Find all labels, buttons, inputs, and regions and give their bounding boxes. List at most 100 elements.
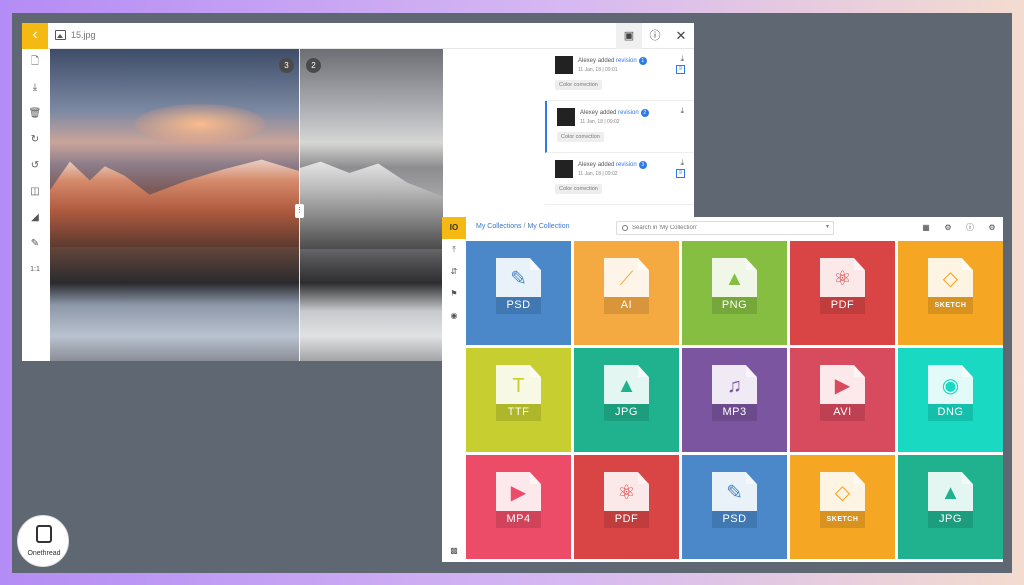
app-logo[interactable]: IO — [442, 217, 466, 239]
play-icon: ▶ — [834, 375, 851, 397]
file-type-label: PDF — [614, 513, 639, 525]
file-icon[interactable]: 🗋 — [22, 53, 48, 71]
file-tile[interactable]: ◇ SKETCH — [790, 455, 895, 559]
revision-link[interactable]: revision — [618, 110, 639, 116]
revision-marker[interactable]: 3 — [279, 58, 294, 73]
search-input[interactable] — [632, 223, 817, 233]
file-tile[interactable]: ◉ DNG — [898, 348, 1003, 452]
view-grid-icon[interactable]: ▦ — [920, 222, 932, 234]
revision-tag: Color correction — [555, 80, 602, 90]
avatar — [555, 160, 573, 178]
file-tile[interactable]: ♫ MP3 — [682, 348, 787, 452]
file-tile[interactable]: ✎ PSD — [682, 455, 787, 559]
close-icon[interactable]: ✕ — [668, 23, 694, 49]
image-icon: ▲ — [724, 268, 745, 290]
file-tile[interactable]: ▶ AVI — [790, 348, 895, 452]
settings-icon[interactable]: ⚙ — [986, 222, 998, 234]
file-tile[interactable]: ◇ SKETCH — [898, 241, 1003, 345]
download-icon[interactable]: ⤓ — [22, 79, 48, 97]
tag-icon[interactable]: ⚑ — [442, 287, 466, 301]
brush-icon: ✎ — [510, 268, 527, 290]
image-icon: ▲ — [616, 375, 637, 397]
revision-link[interactable]: revision — [616, 162, 637, 168]
revision-number: 3 — [638, 161, 647, 169]
avatar — [555, 56, 573, 74]
music-icon: ♫ — [727, 375, 742, 397]
revision-item[interactable]: Alexey added revision 2 11 Jan, 18 | 09:0… — [545, 101, 694, 153]
revision-item[interactable]: Alexey added revision 1 11 Jan, 18 | 09:0… — [545, 49, 694, 101]
info-icon[interactable]: ⓘ — [964, 222, 976, 234]
layers-icon[interactable]: ▣ — [616, 23, 642, 49]
ratio-label[interactable]: 1:1 — [22, 261, 48, 279]
sort-icon[interactable]: ⇵ — [442, 265, 466, 279]
revision-item[interactable]: Alexey added revision 3 11 Jan, 18 | 09:0… — [545, 153, 694, 205]
vector-icon: ⟋ — [619, 268, 634, 290]
file-type-label: PDF — [830, 299, 855, 311]
revision-number: 2 — [640, 109, 649, 117]
search-box: ▾ — [616, 221, 834, 235]
download-icon[interactable]: ⤓ — [680, 106, 684, 116]
file-tile[interactable]: ▶ MP4 — [466, 455, 571, 559]
brush-icon: ✎ — [726, 482, 743, 504]
video-icon: ▶ — [510, 482, 527, 504]
compare-icon[interactable]: ≡ — [676, 169, 685, 178]
flip-icon[interactable]: ◫ — [22, 183, 48, 201]
file-tile[interactable]: ⚛ PDF — [574, 455, 679, 559]
compare-handle[interactable]: ⋮ — [295, 204, 304, 218]
revision-tag: Color correction — [555, 184, 602, 194]
chevron-left-icon[interactable]: ‹ — [22, 23, 48, 49]
compare-icon[interactable]: ≡ — [676, 65, 685, 74]
diamond-icon: ◇ — [942, 268, 959, 290]
file-tile[interactable]: ▲ JPG — [574, 348, 679, 452]
collection-sidebar: ⤒ ⇵ ⚑ ◉ ▩ — [442, 239, 466, 562]
file-tile[interactable]: ⚛ PDF — [790, 241, 895, 345]
file-type-label: PSD — [722, 513, 747, 525]
breadcrumb-root[interactable]: My Collections — [476, 223, 522, 230]
revision-date: 11 Jan, 18 | 09:01 — [578, 67, 618, 73]
onethread-logo: Onethread — [17, 515, 69, 567]
revision-user: Alexey added revision 1 — [578, 57, 647, 65]
file-type-label: DNG — [937, 406, 964, 418]
file-type-label: MP3 — [722, 406, 747, 418]
file-tile[interactable]: ▲ PNG — [682, 241, 787, 345]
pen-icon[interactable]: ✎ — [22, 235, 48, 253]
redo-icon[interactable]: ↻ — [22, 131, 48, 149]
file-type-label: AI — [620, 299, 633, 311]
mountain-color-side — [50, 159, 299, 247]
diamond-icon: ◇ — [834, 482, 851, 504]
add-user-icon[interactable]: ⚙ — [942, 222, 954, 234]
revision-tag: Color correction — [557, 132, 604, 142]
download-icon[interactable]: ⤓ — [680, 54, 684, 64]
revision-marker[interactable]: 2 — [306, 58, 321, 73]
undo-icon[interactable]: ↺ — [22, 157, 48, 175]
revision-link[interactable]: revision — [616, 58, 637, 64]
mirror-icon[interactable]: ◢ — [22, 209, 48, 227]
chat-icon[interactable]: ▩ — [442, 544, 466, 558]
revision-date: 11 Jan, 18 | 09:02 — [578, 171, 618, 177]
download-icon[interactable]: ⤓ — [680, 158, 684, 168]
file-tile[interactable]: ✎ PSD — [466, 241, 571, 345]
revision-user: Alexey added revision 3 — [578, 161, 647, 169]
breadcrumb: My Collections / My Collection — [476, 223, 569, 230]
file-type-label: SKETCH — [934, 302, 967, 309]
chevron-down-icon[interactable]: ▾ — [826, 223, 829, 230]
file-tile[interactable]: T TTF — [466, 348, 571, 452]
info-icon[interactable]: ⓘ — [642, 23, 668, 49]
file-tile[interactable]: ▲ JPG — [898, 455, 1003, 559]
avatar — [557, 108, 575, 126]
file-type-label: JPG — [615, 406, 638, 418]
breadcrumb-current[interactable]: My Collection — [527, 223, 569, 230]
upload-icon[interactable]: ⤒ — [442, 243, 466, 257]
acrobat-icon: ⚛ — [617, 482, 636, 504]
image-icon: ▲ — [940, 482, 961, 504]
mountain-photo[interactable]: ⋮ 3 2 — [50, 49, 443, 361]
collection-window: IO ⤒ ⇵ ⚑ ◉ ▩ My Collections / My Collectio… — [442, 217, 1003, 562]
trash-icon[interactable]: 🗑 — [22, 105, 48, 123]
image-file-icon — [55, 30, 66, 40]
settings-dot-icon[interactable]: ◉ — [442, 309, 466, 323]
file-tile[interactable]: ⟋ AI — [574, 241, 679, 345]
screenshot-frame: ‹ 15.jpg ▣ ⓘ ✕ 🗋 ⤓ 🗑 ↻ ↺ ◫ ◢ ✎ 1:1 ⋮ 3 2… — [12, 13, 1012, 573]
viewer-topbar: ‹ 15.jpg ▣ ⓘ ✕ — [22, 23, 694, 49]
revision-user: Alexey added revision 2 — [580, 109, 649, 117]
file-type-label: TTF — [507, 406, 530, 418]
